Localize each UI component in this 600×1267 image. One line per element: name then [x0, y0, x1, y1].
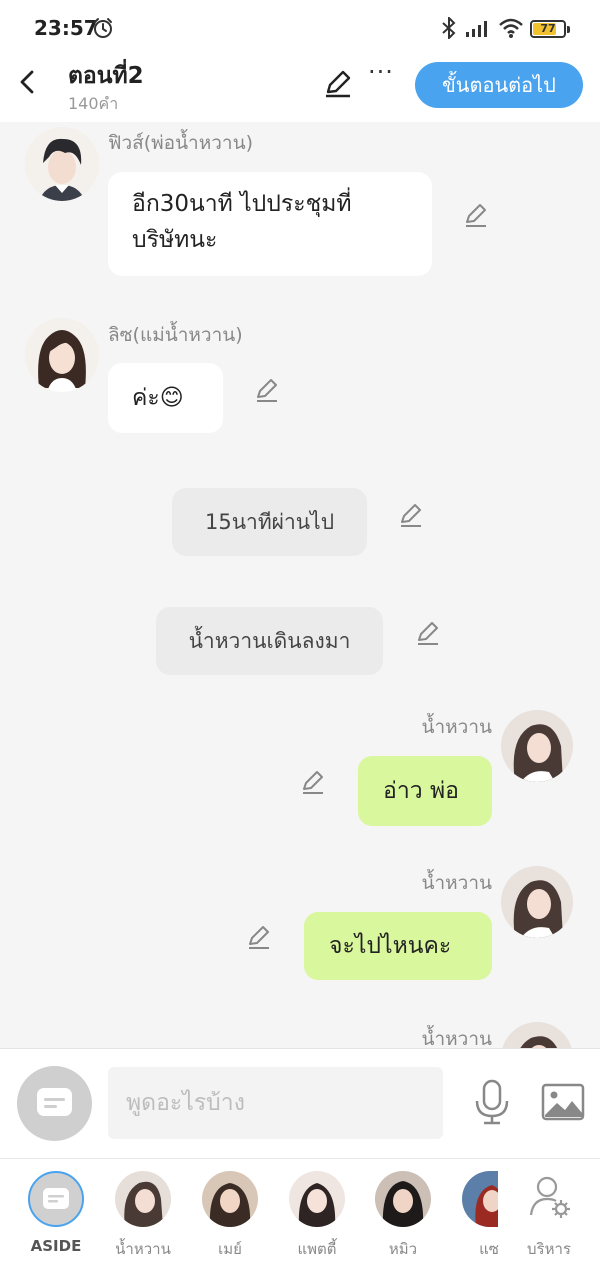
tab-label: หมิว	[388, 1240, 418, 1258]
alarm-icon	[94, 18, 112, 38]
avatar-father-image	[25, 127, 99, 201]
tab-avatar	[115, 1171, 171, 1227]
mic-icon[interactable]	[472, 1079, 512, 1125]
aside-button[interactable]	[17, 1066, 92, 1141]
tab-avatar	[375, 1171, 431, 1227]
avatar-sae-image	[462, 1171, 498, 1227]
tab-aside[interactable]: ASIDE	[16, 1171, 96, 1261]
message-sender: ลิซ(แม่น้ำหวาน)	[108, 324, 243, 346]
avatar-mother-image	[25, 318, 99, 392]
character-tab-bar: ASIDE น้ำหวาน เมย์ แพตตี้ หมิว แซ บริหาร	[0, 1158, 600, 1267]
tab-avatar	[462, 1171, 498, 1227]
chapter-header: ตอนที่2 140คำ ··· ขั้นตอนต่อไป	[0, 56, 600, 122]
avatar-namwan-image	[501, 710, 573, 782]
more-icon[interactable]: ···	[368, 58, 394, 86]
message-sender: น้ำหวาน	[421, 716, 492, 738]
message-bubble[interactable]: ค่ะ😊	[108, 363, 223, 433]
tab-mew[interactable]: หมิว	[363, 1171, 443, 1261]
avatar-namwan-image	[501, 1022, 573, 1048]
tab-label: แพตตี้	[297, 1240, 337, 1258]
message-input[interactable]	[108, 1067, 443, 1139]
pencil-icon[interactable]	[300, 769, 326, 795]
next-step-button[interactable]: ขั้นตอนต่อไป	[415, 62, 583, 108]
pencil-icon[interactable]	[246, 924, 272, 950]
chapter-title: ตอนที่2	[68, 63, 144, 89]
tab-label: เมย์	[218, 1240, 242, 1258]
tab-label: บริหาร	[527, 1240, 571, 1258]
aside-tab-icon	[28, 1171, 84, 1227]
avatar-father[interactable]	[25, 127, 99, 201]
status-time: 23:57	[34, 16, 98, 40]
pencil-icon[interactable]	[415, 620, 441, 646]
message-sender: น้ำหวาน	[421, 1028, 492, 1048]
narration-bubble[interactable]: 15นาทีผ่านไป	[172, 488, 367, 556]
tab-label: ASIDE	[30, 1237, 82, 1255]
chat-area[interactable]: ฟิวส์(พ่อน้ำหวาน) อีก30นาที ไปประชุมที่ …	[0, 122, 600, 1048]
tab-avatar	[202, 1171, 258, 1227]
message-text-line: อีก30นาที ไปประชุมที่	[132, 191, 352, 217]
pencil-icon[interactable]	[463, 202, 489, 228]
bluetooth-icon	[442, 17, 456, 39]
avatar-namwan-image	[501, 866, 573, 938]
avatar-namwan-image	[115, 1171, 171, 1227]
aside-chat-icon	[43, 1188, 69, 1209]
image-icon[interactable]	[541, 1083, 585, 1121]
message-sender: ฟิวส์(พ่อน้ำหวาน)	[108, 132, 253, 154]
tab-may[interactable]: เมย์	[190, 1171, 270, 1261]
message-sender: น้ำหวาน	[421, 872, 492, 894]
message-composer	[0, 1048, 600, 1158]
word-count: 140คำ	[68, 94, 119, 113]
wifi-icon	[499, 18, 523, 38]
message-text-line: บริษัทนะ	[132, 227, 218, 253]
battery-nub	[567, 26, 570, 33]
pencil-icon[interactable]	[254, 377, 280, 403]
avatar-namwan[interactable]	[501, 866, 573, 938]
signal-icon	[466, 21, 487, 37]
tab-label: น้ำหวาน	[115, 1240, 171, 1258]
battery-icon: 77	[530, 20, 570, 38]
tab-patty[interactable]: แพตตี้	[277, 1171, 357, 1261]
avatar-namwan[interactable]	[501, 1022, 573, 1048]
battery-level: 77	[540, 22, 556, 35]
avatar-patty-image	[289, 1171, 345, 1227]
back-arrow-icon[interactable]	[14, 66, 42, 98]
avatar-namwan[interactable]	[501, 710, 573, 782]
manage-person-gear-icon	[529, 1176, 570, 1218]
pencil-icon[interactable]	[398, 502, 424, 528]
tab-manage[interactable]: บริหาร	[509, 1171, 589, 1261]
message-bubble[interactable]: จะไปไหนคะ	[304, 912, 492, 980]
avatar-may-image	[202, 1171, 258, 1227]
avatar-mew-image	[375, 1171, 431, 1227]
narration-bubble[interactable]: น้ำหวานเดินลงมา	[156, 607, 383, 675]
pencil-icon[interactable]	[323, 68, 353, 98]
tab-namwan[interactable]: น้ำหวาน	[103, 1171, 183, 1261]
message-bubble[interactable]: อ่าว พ่อ	[358, 756, 492, 826]
tab-avatar	[289, 1171, 345, 1227]
message-bubble[interactable]: อีก30นาที ไปประชุมที่ บริษัทนะ	[108, 172, 432, 276]
avatar-mother[interactable]	[25, 318, 99, 392]
aside-chat-icon	[37, 1088, 72, 1116]
status-bar: 23:57 77	[0, 0, 600, 56]
